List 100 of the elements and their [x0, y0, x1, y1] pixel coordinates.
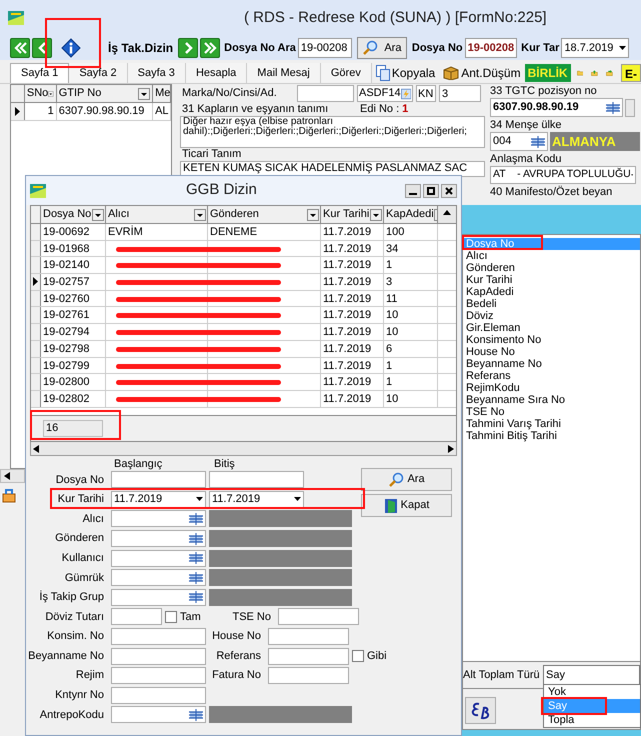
row-header-cell[interactable] [31, 358, 41, 374]
list-item[interactable]: Bedeli [464, 298, 640, 310]
end-field[interactable] [209, 471, 304, 488]
code-field[interactable]: ASDF14 [357, 85, 413, 102]
column-header[interactable]: GTIP No [56, 85, 154, 102]
list-item[interactable]: Konsimento No [464, 334, 640, 346]
input-field[interactable] [111, 648, 206, 665]
column-header[interactable]: Gönderen [208, 206, 321, 223]
lookup-field[interactable] [111, 510, 206, 528]
lookup-field[interactable] [111, 706, 206, 724]
tab[interactable]: Görev [320, 63, 372, 83]
list-item[interactable]: Gönderen [464, 262, 640, 274]
input-field[interactable] [111, 686, 206, 704]
input-field[interactable] [268, 628, 349, 646]
double-arrow-right-button[interactable] [200, 38, 220, 58]
double-chevron-right-icon [202, 40, 218, 56]
row-header-cell[interactable] [31, 390, 41, 407]
arrow-left-button[interactable] [32, 38, 52, 58]
row-header-cell[interactable] [31, 274, 41, 290]
start-field[interactable] [111, 471, 206, 488]
row-header-cell[interactable] [31, 290, 41, 306]
list-item[interactable]: Beyanname No [464, 358, 640, 370]
list-item[interactable]: Alıcı [464, 250, 640, 262]
list-item[interactable]: Tahmini Bitiş Tarihi [464, 430, 640, 442]
row-header-cell[interactable] [31, 324, 41, 340]
gtip-field[interactable]: 6307.90.98.90.19 [490, 98, 623, 117]
arrow-right-button[interactable] [178, 38, 198, 58]
menu-option[interactable]: Yok [544, 685, 640, 699]
field-label: Alıcı [82, 512, 105, 527]
lookup-field[interactable] [111, 569, 206, 586]
toolbar-button[interactable]: Ant.Düşüm [439, 63, 525, 83]
column-header[interactable]: Dosya No [41, 206, 106, 223]
scrollbar[interactable] [30, 442, 457, 456]
double-arrow-left-button[interactable] [10, 38, 30, 58]
checkbox[interactable] [165, 610, 177, 623]
list-item[interactable]: KapAdedi [464, 286, 640, 298]
list-item[interactable]: Kur Tarihi [464, 274, 640, 286]
search-button[interactable]: Ara [356, 37, 407, 59]
lookup-field[interactable] [111, 530, 206, 548]
row-header-cell[interactable] [31, 257, 41, 274]
list-item[interactable]: Tahmini Varış Tarihi [464, 418, 640, 430]
e-button[interactable]: E- [621, 64, 641, 82]
column-header[interactable]: Me [153, 85, 171, 102]
tab[interactable]: Mail Mesaj [247, 63, 321, 83]
date-dropdown[interactable]: 11.7.2019 [209, 490, 304, 508]
tab[interactable]: Hesapla [186, 63, 248, 83]
lookup-field[interactable] [111, 550, 206, 567]
close-button[interactable]: Kapat [361, 494, 452, 517]
menu-option[interactable]: Topla [544, 713, 640, 727]
origin-code-field[interactable]: 004 [490, 132, 548, 151]
marka-field[interactable] [297, 85, 354, 102]
list-item[interactable]: Gir.Eleman [464, 322, 640, 334]
search-field[interactable]: 19-00208 [298, 38, 352, 58]
list-item[interactable]: House No [464, 346, 640, 358]
close-button[interactable] [441, 184, 457, 198]
field-label: Marka/No/Cinsi/Ad. [181, 86, 278, 102]
input-field[interactable] [111, 628, 206, 646]
lookup-field[interactable] [111, 588, 206, 606]
info-button[interactable] [60, 37, 82, 59]
date-dropdown[interactable]: 11.7.2019 [111, 490, 206, 508]
checkbox[interactable] [352, 650, 364, 662]
scroll-right-icon [448, 444, 454, 452]
list-item[interactable]: Beyanname Sıra No [464, 394, 640, 406]
date-dropdown[interactable]: 18.7.2019 [561, 38, 630, 58]
door-icon [384, 498, 398, 514]
row-header-cell[interactable] [31, 307, 41, 324]
row-header-cell[interactable] [31, 374, 41, 390]
subtotal-dropdown[interactable]: Say [543, 665, 640, 685]
eb-button[interactable] [465, 697, 496, 724]
copy-button[interactable]: Kopyala [372, 63, 440, 83]
count-field[interactable]: 3 [439, 85, 481, 102]
input-field[interactable] [278, 608, 359, 626]
maximize-button[interactable] [423, 184, 439, 198]
row-header-cell[interactable] [31, 224, 41, 240]
row-header-cell[interactable] [31, 340, 41, 356]
input-field[interactable] [111, 608, 162, 626]
input-field[interactable] [111, 667, 206, 684]
table-cell: 6 [384, 340, 438, 356]
description-field[interactable]: Diğer hazır eşya (elbise patronları dahil):;Diğerleri:;Diğerleri:;Diğerleri:;Diğerleri:;Diğerleri:;Diğerleri; [180, 116, 485, 148]
tab[interactable]: Sayfa 1 [10, 63, 70, 83]
list-item[interactable]: Referans [464, 370, 640, 382]
list-item[interactable]: RejimKodu [464, 382, 640, 394]
scrollbar[interactable] [0, 469, 25, 483]
list-item[interactable]: TSE No [464, 406, 640, 418]
column-header[interactable]: Alıcı [106, 206, 208, 223]
input-field[interactable] [268, 648, 349, 665]
row-header-cell[interactable] [31, 240, 41, 256]
tab[interactable]: Sayfa 2 [69, 63, 128, 83]
column-header[interactable]: Kur Tarihi [321, 206, 384, 223]
input-field[interactable] [268, 667, 349, 684]
column-header[interactable]: SNo [24, 85, 57, 102]
scroll-up-icon [443, 210, 451, 215]
search-button[interactable]: Ara [361, 468, 452, 491]
list-item[interactable]: Döviz [464, 310, 640, 322]
minimize-button[interactable] [405, 184, 421, 198]
unit-field[interactable]: KN [416, 85, 436, 102]
small-button[interactable] [625, 98, 635, 116]
scrollbar[interactable] [438, 206, 456, 223]
agreement-dropdown[interactable]: AT - AVRUPA TOPLULUĞU [490, 166, 636, 184]
tab[interactable]: Sayfa 3 [128, 63, 186, 83]
